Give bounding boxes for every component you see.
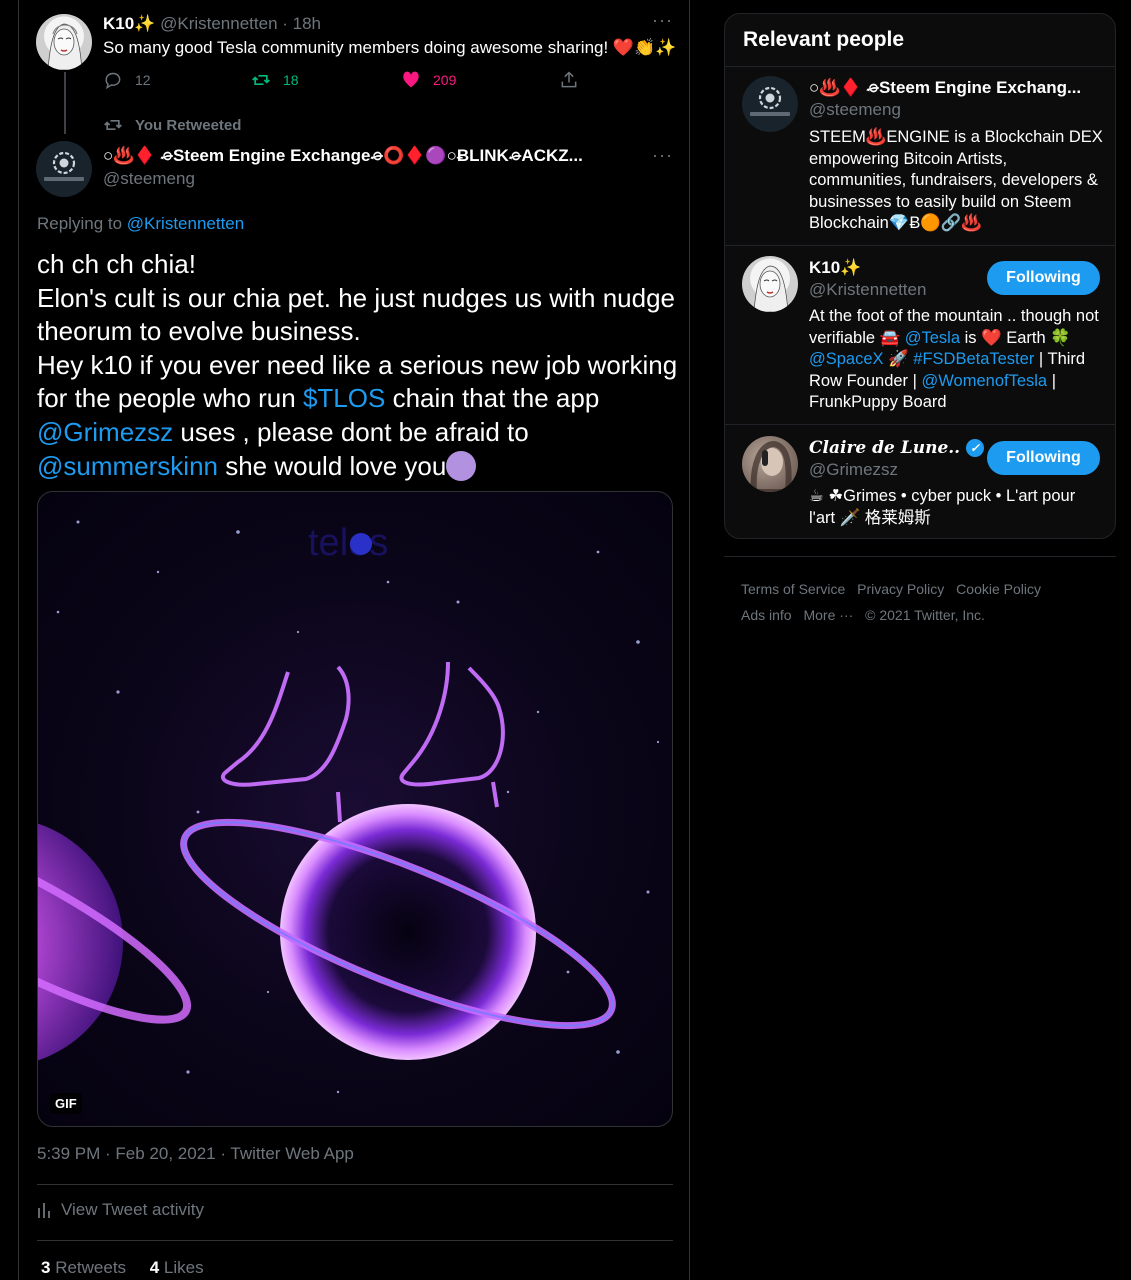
purple-circle-emoji [446, 450, 477, 481]
footer-more-menu[interactable]: More ··· [803, 607, 853, 623]
footer-link-cookies[interactable]: Cookie Policy [956, 581, 1041, 597]
person-bio: At the foot of the mountain .. though no… [809, 306, 1105, 414]
avatar-portrait-icon [750, 440, 792, 492]
mention-link-grimezsz[interactable]: @Grimezsz [37, 417, 173, 447]
hashtag-link-fsdbetatester[interactable]: #FSDBetaTester [913, 350, 1034, 368]
verified-badge-icon: ✓ [966, 439, 985, 457]
divider [37, 1184, 673, 1185]
retweet-icon [104, 120, 122, 130]
footer-copyright: © 2021 Twitter, Inc. [865, 607, 985, 623]
retweets-label: Retweets [50, 1258, 127, 1277]
replying-mention-link[interactable]: @Kristennetten [127, 214, 244, 233]
relevant-people-panel: Relevant people ○♨️♦️ ⌮Steem Engine Exch… [724, 13, 1116, 539]
body-line-1: ch ch ch chia! [37, 249, 196, 279]
following-button[interactable]: Following [987, 261, 1100, 295]
divider [37, 1240, 673, 1241]
person-handle[interactable]: @Kristennetten [809, 280, 926, 300]
mention-link-womenoftesla[interactable]: @WomenofTesla [922, 372, 1048, 390]
person-name[interactable]: Claire de Lune.. [809, 438, 960, 458]
replying-to: Replying to @Kristennetten [37, 214, 244, 234]
more-options-icon[interactable]: ··· [652, 10, 673, 31]
footer-link-ads-info[interactable]: Ads info [741, 607, 792, 623]
likes-stat[interactable]: 4 Likes [150, 1258, 204, 1277]
avatar[interactable] [36, 14, 92, 70]
reply-icon [105, 72, 121, 90]
person-name-line: Claire de Lune.. ✓ [809, 438, 985, 458]
divider [724, 556, 1116, 557]
steem-engine-logo-icon [44, 151, 84, 181]
footer-link-terms[interactable]: Terms of Service [741, 581, 845, 597]
more-options-icon[interactable]: ··· [652, 145, 673, 166]
body-line-2: Elon's cult is our chia pet. he just nud… [37, 282, 676, 347]
replying-prefix: Replying to [37, 214, 127, 233]
avatar[interactable] [742, 76, 798, 132]
retweeted-text: You Retweeted [135, 116, 242, 134]
gif-media[interactable]: telos GIF [37, 491, 673, 1127]
reply-count: 12 [135, 72, 151, 88]
footer-link-privacy[interactable]: Privacy Policy [857, 581, 944, 597]
author-name[interactable]: ○♨️♦️ ⌮Steem Engine Exchange⌮⭕♦️🟣○ɃLINK⌮… [103, 146, 583, 166]
retweet-count: 18 [283, 72, 299, 88]
view-tweet-activity-button[interactable]: View Tweet activity [37, 1200, 204, 1220]
author-handle[interactable]: @steemeng [103, 169, 195, 189]
retweet-button[interactable]: 18 [251, 70, 299, 90]
body-text-segment: uses , please dont be afraid to [173, 416, 529, 447]
body-line-3: Hey k10 if you ever need like a serious … [37, 349, 687, 483]
tweet-header: K10✨ @Kristennetten · 18h [103, 14, 321, 34]
thread-line [64, 72, 66, 134]
divider [725, 245, 1115, 246]
person-handle[interactable]: @steemeng [809, 100, 901, 120]
retweets-stat[interactable]: 3 Retweets [41, 1258, 126, 1277]
bio-text-segment: is ❤️ Earth 🍀 [960, 328, 1071, 347]
divider [725, 424, 1115, 425]
likes-label: Likes [159, 1258, 204, 1277]
tweet-time[interactable]: · 18h [282, 14, 321, 33]
author-handle[interactable]: @Kristennetten [160, 14, 277, 33]
cashtag-link[interactable]: $TLOS [303, 383, 385, 413]
tweet-body: ch ch ch chia! Elon's cult is our chia p… [37, 248, 687, 483]
divider [725, 66, 1115, 67]
avatar[interactable] [742, 436, 798, 492]
reply-button[interactable]: 12 [103, 70, 151, 90]
retweeted-label: You Retweeted [103, 115, 241, 135]
tweet-text: So many good Tesla community members doi… [103, 38, 677, 57]
steem-engine-logo-icon [750, 86, 790, 116]
main-column: K10✨ @Kristennetten · 18h ··· So many go… [18, 0, 690, 1280]
avatar-portrait-icon [753, 265, 789, 312]
bio-text-segment: 🚀 [883, 350, 914, 369]
body-text-segment: she would love you [217, 450, 447, 481]
author-name[interactable]: K10✨ [103, 14, 155, 33]
likes-count: 4 [149, 1258, 160, 1277]
like-count: 209 [433, 72, 457, 88]
view-activity-label: View Tweet activity [61, 1200, 204, 1219]
mention-link-tesla[interactable]: @Tesla [905, 329, 960, 347]
gif-badge: GIF [50, 1093, 82, 1114]
person-name[interactable]: K10✨ [809, 258, 861, 278]
analytics-icon [38, 1203, 50, 1218]
tweet-timestamp[interactable]: 5:39 PM · Feb 20, 2021 · Twitter Web App [37, 1144, 354, 1164]
footer-links-row-2: Ads info More ··· © 2021 Twitter, Inc. [741, 607, 993, 623]
person-name[interactable]: ○♨️♦️ ⌮Steem Engine Exchang... [809, 78, 1081, 98]
share-button[interactable] [559, 70, 579, 90]
person-bio: ☕ ☘Grimes • cyber puck • L'art pour l'ar… [809, 487, 1076, 527]
space-planets-gif-image: telos [38, 520, 660, 1094]
footer-links-row-1: Terms of Service Privacy Policy Cookie P… [741, 581, 1049, 597]
avatar[interactable] [36, 141, 92, 197]
person-handle[interactable]: @Grimezsz [809, 460, 898, 480]
mention-link-summerskinn[interactable]: @summerskinn [37, 451, 218, 481]
share-icon [561, 71, 577, 88]
following-button[interactable]: Following [987, 441, 1100, 475]
heart-icon [403, 71, 419, 88]
relevant-people-title: Relevant people [743, 28, 905, 51]
retweet-icon [252, 75, 270, 85]
avatar[interactable] [742, 256, 798, 312]
body-text-segment: chain that the app [385, 383, 600, 414]
avatar-portrait-icon [47, 23, 83, 70]
tweet-stats: 3 Retweets 4 Likes [41, 1258, 204, 1278]
mention-link-spacex[interactable]: @SpaceX [809, 350, 884, 368]
media-watermark: telos [308, 522, 388, 564]
like-button[interactable]: 209 [401, 70, 456, 90]
person-bio: STEEM♨️ENGINE is a Blockchain DEX empowe… [809, 128, 1103, 233]
